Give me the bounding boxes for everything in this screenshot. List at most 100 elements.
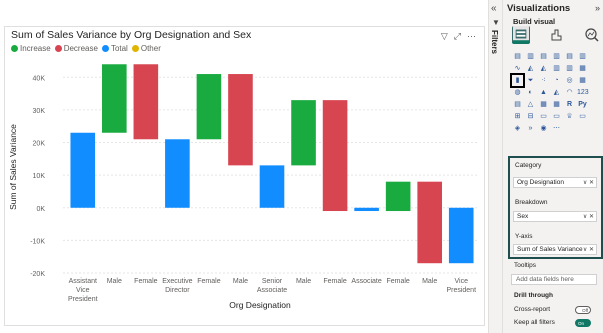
analytics-icon[interactable] (583, 26, 601, 44)
python-visual-icon[interactable]: Py (577, 99, 588, 110)
legend-item-total[interactable]: Total (101, 44, 128, 53)
decomposition-tree-icon[interactable]: ⊟ (525, 111, 536, 122)
field-controls-icon[interactable]: ∨ ✕ (583, 245, 594, 254)
line-and-column-chart-icon[interactable]: ▥ (551, 63, 562, 74)
pane-header-icons: » (595, 3, 600, 13)
paginated-report-icon[interactable]: ▭ (577, 111, 588, 122)
slicer-icon[interactable]: ▦ (538, 99, 549, 110)
visual-title: Sum of Sales Variance by Org Designation… (11, 29, 252, 41)
category-field[interactable]: Org Designation ∨ ✕ (513, 177, 597, 188)
key-influencers-icon[interactable]: ⊞ (512, 111, 523, 122)
waterfall-chart-visual[interactable]: -20K -10K 0K 10K 20K 30K 40K Sum of Sales Varia… (4, 26, 485, 326)
waterfall-bar-decrease (133, 64, 159, 140)
scatter-chart-icon[interactable]: ⁖ (538, 75, 549, 86)
more-options-icon[interactable]: ⋯ (467, 31, 476, 42)
stacked-area-chart-icon[interactable]: ◭ (538, 63, 549, 74)
ribbon-chart-icon[interactable]: ▦ (577, 63, 588, 74)
r-visual-icon[interactable]: R (564, 99, 575, 110)
legend-item-other[interactable]: Other (131, 44, 161, 53)
x-tick-label: Executive (162, 278, 192, 285)
filters-label: Filters (490, 30, 499, 55)
legend-item-increase[interactable]: Increase (11, 44, 51, 53)
funnel-chart-icon[interactable]: ⏷ (525, 75, 536, 86)
x-tick-label: President (446, 287, 476, 294)
filters-pane-collapsed[interactable]: « ▼ Filters (488, 0, 503, 333)
field-controls-icon[interactable]: ∨ ✕ (583, 178, 594, 187)
shape-map-icon[interactable]: ▲ (538, 87, 549, 98)
drill-through-label: Drill through (514, 292, 553, 299)
goals-icon[interactable]: ♕ (564, 111, 575, 122)
y-tick-label: -20K (30, 271, 45, 278)
yaxis-well-label: Y-axis (515, 233, 533, 240)
filled-map-icon[interactable]: ◐ (525, 87, 536, 98)
y-tick-label: 20K (33, 141, 46, 148)
kpi-icon[interactable]: △ (525, 99, 536, 110)
build-mode-tabs (511, 26, 601, 46)
more-visuals-icon[interactable]: ⋯ (551, 123, 562, 134)
filter-icon[interactable]: ▽ (441, 31, 448, 42)
tooltips-drop-zone[interactable]: Add data fields here (511, 274, 597, 285)
format-visual-icon[interactable] (547, 26, 565, 44)
stacked-column-chart-icon[interactable]: ▥ (525, 51, 536, 62)
clustered-bar-chart-icon[interactable]: ▤ (538, 51, 549, 62)
pie-chart-icon[interactable]: ◔ (551, 75, 562, 86)
x-tick-label: Male (422, 278, 437, 285)
donut-chart-icon[interactable]: ◎ (564, 75, 575, 86)
visual-header-icons: ▽ ⤢ ⋯ (441, 31, 476, 42)
breakdown-field[interactable]: Sex ∨ ✕ (513, 211, 597, 222)
yaxis-field[interactable]: Sum of Sales Variance ∨ ✕ (513, 244, 597, 255)
waterfall-bar-total (448, 207, 474, 264)
x-tick-label: Female (134, 278, 157, 285)
x-tick-label: Vice (454, 278, 468, 285)
card-icon[interactable]: 123 (577, 87, 589, 98)
power-automate-icon[interactable]: » (525, 123, 536, 134)
waterfall-bar-total (354, 207, 379, 212)
y-tick-label: 40K (33, 75, 46, 82)
waterfall-bar-decrease (322, 100, 348, 212)
gauge-icon[interactable]: ◠ (564, 87, 575, 98)
x-tick-label: Female (197, 278, 220, 285)
field-controls-icon[interactable]: ∨ ✕ (583, 212, 594, 221)
cross-report-label: Cross-report (514, 306, 551, 313)
line-and-clustered-column-chart-icon[interactable]: ▥ (564, 63, 575, 74)
x-tick-label: Associate (351, 278, 381, 285)
azure-map-icon[interactable]: ◭ (551, 87, 562, 98)
chevron-right-icon[interactable]: » (595, 3, 600, 13)
x-tick-label: President (68, 296, 98, 303)
legend-label: Decrease (63, 44, 98, 53)
cross-report-toggle[interactable]: Off (575, 306, 591, 314)
map-icon[interactable]: ◍ (512, 87, 523, 98)
x-tick-label: Male (296, 278, 311, 285)
multi-row-card-icon[interactable]: ▤ (512, 99, 523, 110)
line-chart-icon[interactable]: ∿ (512, 63, 523, 74)
smart-narrative-icon[interactable]: ▭ (551, 111, 562, 122)
keep-all-filters-toggle[interactable]: On (575, 319, 591, 327)
100-stacked-bar-chart-icon[interactable]: ▤ (564, 51, 575, 62)
power-apps-icon[interactable]: ◈ (512, 123, 523, 134)
waterfall-bar-increase (196, 74, 222, 140)
x-tick-label: Associate (257, 287, 287, 294)
qna-icon[interactable]: ▭ (538, 111, 549, 122)
build-visual-icon[interactable] (512, 26, 530, 44)
legend: Increase Decrease Total Other (11, 44, 161, 53)
clustered-column-chart-icon[interactable]: ▥ (551, 51, 562, 62)
y-tick-label: 10K (33, 173, 46, 180)
focus-mode-icon[interactable]: ⤢ (454, 31, 461, 42)
legend-dot-icon (54, 45, 62, 52)
visual-type-gallery: ▤ ▥ ▤ ▥ ▤ ▥ ∿ ◭ ◭ ▥ ▥ ▦ ▮ ⏷ ⁖ ◔ ◎ ▦ ◍ ◐ … (510, 51, 603, 135)
arcgis-icon[interactable]: ◉ (538, 123, 549, 134)
legend-dot-icon (131, 45, 139, 52)
waterfall-bar-decrease (417, 181, 442, 264)
stacked-bar-chart-icon[interactable]: ▤ (512, 51, 523, 62)
y-tick-label: 0K (36, 206, 45, 213)
waterfall-chart-icon[interactable]: ▮ (510, 73, 525, 88)
area-chart-icon[interactable]: ◭ (525, 63, 536, 74)
legend-item-decrease[interactable]: Decrease (54, 44, 98, 53)
x-tick-label: Vice (76, 287, 90, 294)
pane-title: Visualizations (507, 3, 571, 14)
100-stacked-column-chart-icon[interactable]: ▥ (577, 51, 588, 62)
treemap-icon[interactable]: ▦ (577, 75, 588, 86)
table-icon[interactable]: ▦ (551, 99, 562, 110)
chevron-left-icon[interactable]: « (491, 3, 497, 14)
waterfall-bar-increase (385, 181, 411, 212)
